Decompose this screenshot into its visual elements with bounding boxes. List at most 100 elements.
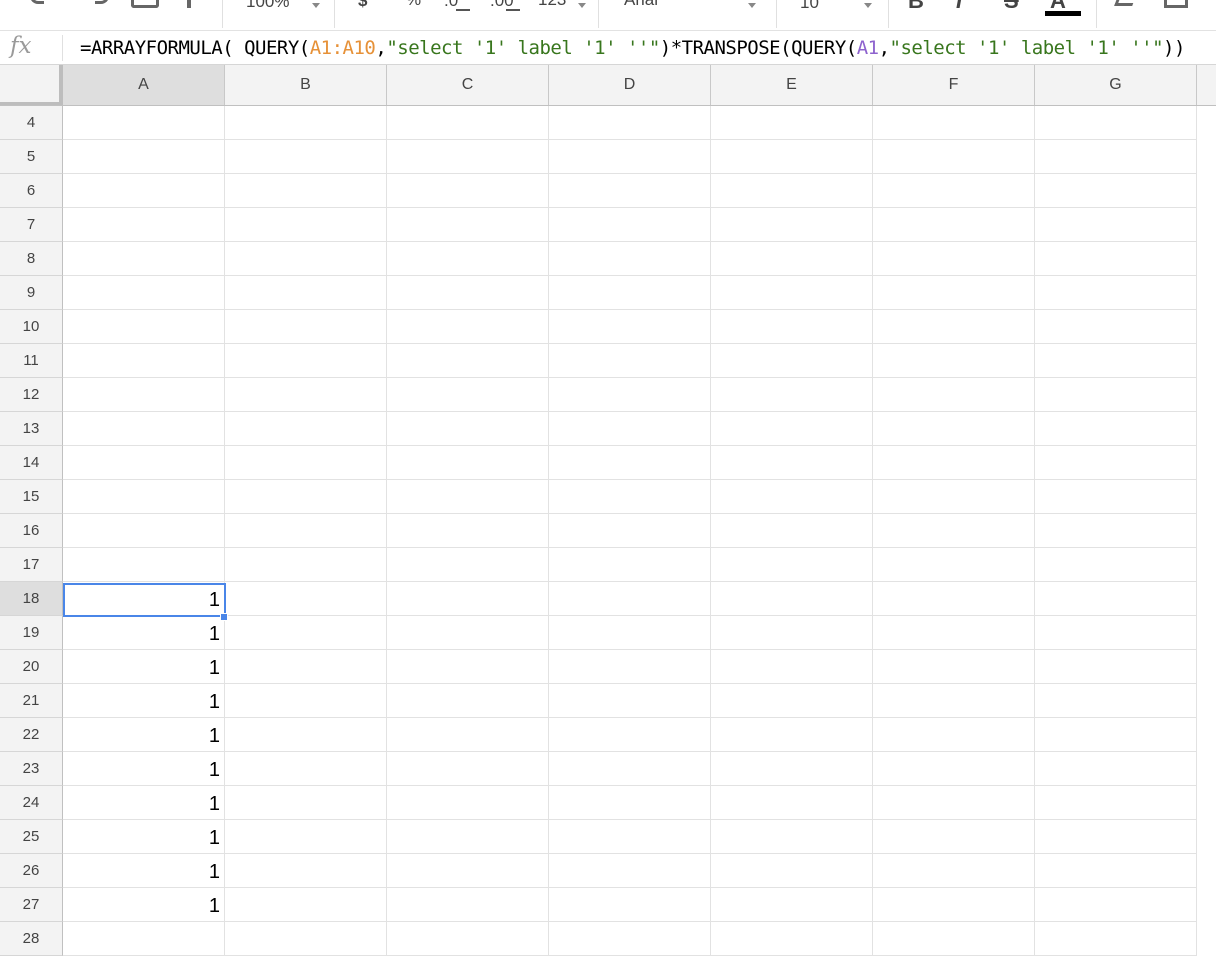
cell-c22[interactable]	[387, 718, 549, 752]
cell-g8[interactable]	[1035, 242, 1197, 276]
cell-g21[interactable]	[1035, 684, 1197, 718]
cell-e12[interactable]	[711, 378, 873, 412]
formula-input[interactable]: =ARRAYFORMULA( QUERY(A1:A10,"select '1' …	[80, 37, 1185, 59]
cell-b10[interactable]	[225, 310, 387, 344]
row-header[interactable]: 27	[0, 888, 63, 922]
cell-e20[interactable]	[711, 650, 873, 684]
cell-g18[interactable]	[1035, 582, 1197, 616]
cell-c28[interactable]	[387, 922, 549, 956]
cell-c11[interactable]	[387, 344, 549, 378]
cell-f9[interactable]	[873, 276, 1035, 310]
font-size-select[interactable]: 10	[800, 0, 819, 13]
cell-e11[interactable]	[711, 344, 873, 378]
cell-f14[interactable]	[873, 446, 1035, 480]
cell-c18[interactable]	[387, 582, 549, 616]
cell-f27[interactable]	[873, 888, 1035, 922]
cell-d24[interactable]	[549, 786, 711, 820]
cell-d23[interactable]	[549, 752, 711, 786]
cell-c23[interactable]	[387, 752, 549, 786]
cell-a9[interactable]	[63, 276, 225, 310]
cell-c27[interactable]	[387, 888, 549, 922]
cell-d19[interactable]	[549, 616, 711, 650]
more-formats-button[interactable]: 123	[538, 0, 566, 10]
cell-d10[interactable]	[549, 310, 711, 344]
row-header[interactable]: 28	[0, 922, 63, 956]
cell-f6[interactable]	[873, 174, 1035, 208]
cell-b24[interactable]	[225, 786, 387, 820]
row-header[interactable]: 19	[0, 616, 63, 650]
cell-a18[interactable]: 1	[63, 582, 225, 616]
cell-e28[interactable]	[711, 922, 873, 956]
cell-c24[interactable]	[387, 786, 549, 820]
fill-color-icon[interactable]	[1114, 0, 1136, 6]
cell-c13[interactable]	[387, 412, 549, 446]
cell-b23[interactable]	[225, 752, 387, 786]
fill-handle[interactable]	[220, 613, 228, 621]
row-header[interactable]: 26	[0, 854, 63, 888]
cell-c5[interactable]	[387, 140, 549, 174]
cell-d14[interactable]	[549, 446, 711, 480]
cell-a7[interactable]	[63, 208, 225, 242]
cell-c26[interactable]	[387, 854, 549, 888]
cell-f16[interactable]	[873, 514, 1035, 548]
bold-button[interactable]: B	[908, 0, 924, 13]
cell-b27[interactable]	[225, 888, 387, 922]
row-header[interactable]: 20	[0, 650, 63, 684]
row-header[interactable]: 13	[0, 412, 63, 446]
column-header-f[interactable]: F	[873, 65, 1035, 105]
cell-d6[interactable]	[549, 174, 711, 208]
row-header[interactable]: 5	[0, 140, 63, 174]
select-all-corner[interactable]	[0, 65, 63, 105]
cell-d20[interactable]	[549, 650, 711, 684]
cell-d28[interactable]	[549, 922, 711, 956]
cell-c10[interactable]	[387, 310, 549, 344]
cell-e10[interactable]	[711, 310, 873, 344]
cell-f15[interactable]	[873, 480, 1035, 514]
row-header[interactable]: 25	[0, 820, 63, 854]
cell-d8[interactable]	[549, 242, 711, 276]
cell-e24[interactable]	[711, 786, 873, 820]
cell-f26[interactable]	[873, 854, 1035, 888]
cell-a16[interactable]	[63, 514, 225, 548]
cell-e21[interactable]	[711, 684, 873, 718]
cell-e23[interactable]	[711, 752, 873, 786]
cell-e5[interactable]	[711, 140, 873, 174]
row-header[interactable]: 22	[0, 718, 63, 752]
cell-d21[interactable]	[549, 684, 711, 718]
cell-a26[interactable]: 1	[63, 854, 225, 888]
cell-a25[interactable]: 1	[63, 820, 225, 854]
cell-b14[interactable]	[225, 446, 387, 480]
row-header[interactable]: 8	[0, 242, 63, 276]
cell-b15[interactable]	[225, 480, 387, 514]
row-header[interactable]: 14	[0, 446, 63, 480]
cell-e17[interactable]	[711, 548, 873, 582]
cell-g5[interactable]	[1035, 140, 1197, 174]
cell-b18[interactable]	[225, 582, 387, 616]
cell-a27[interactable]: 1	[63, 888, 225, 922]
cell-d11[interactable]	[549, 344, 711, 378]
cell-f12[interactable]	[873, 378, 1035, 412]
cell-g6[interactable]	[1035, 174, 1197, 208]
cell-e25[interactable]	[711, 820, 873, 854]
column-header-c[interactable]: C	[387, 65, 549, 105]
borders-icon[interactable]	[1164, 0, 1188, 8]
column-header-a[interactable]: A	[63, 65, 225, 105]
cell-g15[interactable]	[1035, 480, 1197, 514]
cell-b9[interactable]	[225, 276, 387, 310]
cell-e9[interactable]	[711, 276, 873, 310]
cell-a22[interactable]: 1	[63, 718, 225, 752]
cell-e16[interactable]	[711, 514, 873, 548]
cell-d9[interactable]	[549, 276, 711, 310]
cell-d22[interactable]	[549, 718, 711, 752]
row-header[interactable]: 21	[0, 684, 63, 718]
cell-f25[interactable]	[873, 820, 1035, 854]
cell-c21[interactable]	[387, 684, 549, 718]
cell-d13[interactable]	[549, 412, 711, 446]
cell-b17[interactable]	[225, 548, 387, 582]
cell-f4[interactable]	[873, 106, 1035, 140]
cell-g22[interactable]	[1035, 718, 1197, 752]
cell-b25[interactable]	[225, 820, 387, 854]
cell-g16[interactable]	[1035, 514, 1197, 548]
cell-c16[interactable]	[387, 514, 549, 548]
cell-a23[interactable]: 1	[63, 752, 225, 786]
